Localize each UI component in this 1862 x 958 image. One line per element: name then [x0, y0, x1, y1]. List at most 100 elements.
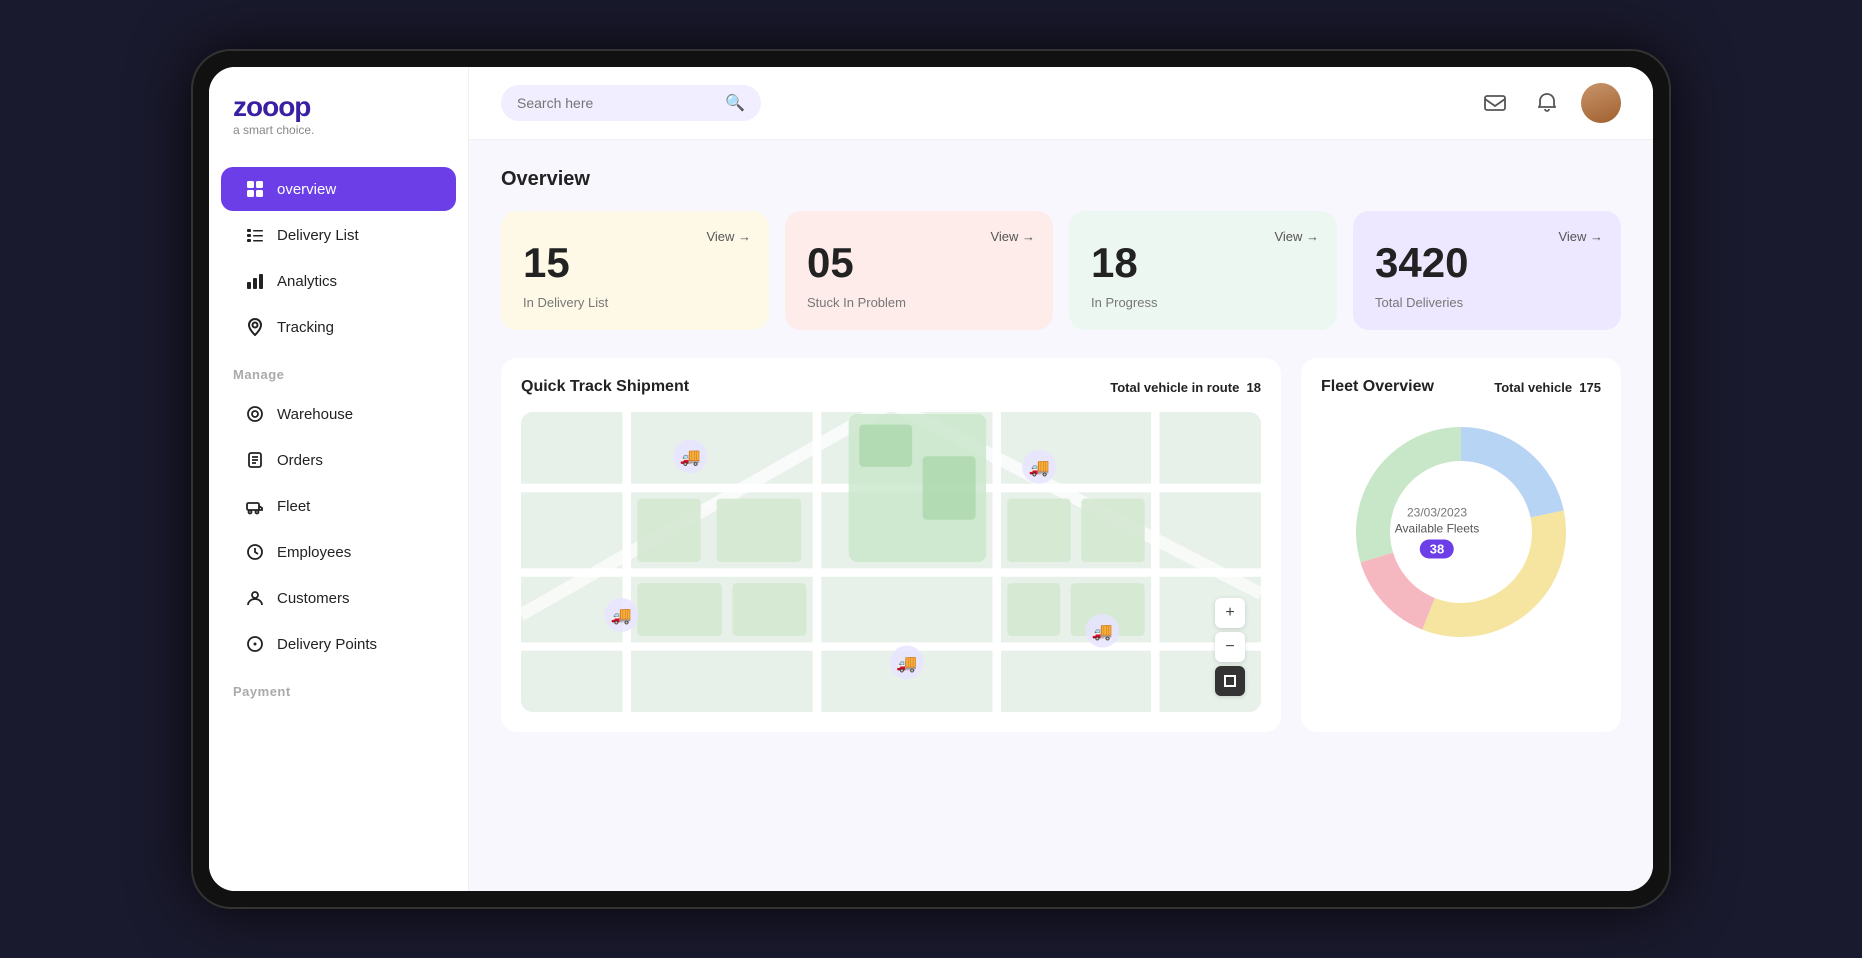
- fleet-total: Total vehicle 175: [1494, 380, 1601, 395]
- nav-label-overview: overview: [277, 181, 336, 198]
- donut-chart: 23/03/2023 Available Fleets 38: [1341, 412, 1581, 652]
- nav-item-warehouse[interactable]: Warehouse: [221, 392, 456, 436]
- nav-item-customers[interactable]: Customers: [221, 576, 456, 620]
- svg-text:🚚: 🚚: [611, 606, 632, 625]
- fleet-header: Fleet Overview Total vehicle 175: [1321, 378, 1601, 396]
- map-card: Quick Track Shipment Total vehicle in ro…: [501, 358, 1281, 732]
- avatar-image: [1581, 83, 1621, 123]
- header: 🔍: [469, 67, 1653, 140]
- overview-cards: View → 15 In Delivery List View → 05 Stu…: [501, 211, 1621, 330]
- main-content: 🔍: [469, 67, 1653, 891]
- card-view-total[interactable]: View →: [1558, 229, 1603, 244]
- fleet-icon: [245, 496, 265, 516]
- card-label-total: Total Deliveries: [1375, 295, 1599, 310]
- search-input[interactable]: [517, 95, 717, 111]
- device-frame: zooop a smart choice. overview: [191, 49, 1671, 909]
- logo-text: zooop: [233, 91, 444, 123]
- svg-text:🚚: 🚚: [680, 448, 701, 467]
- nav-item-tracking[interactable]: Tracking: [221, 305, 456, 349]
- nav-label-orders: Orders: [277, 452, 323, 469]
- delivery-points-icon: [245, 634, 265, 654]
- fleet-total-label: Total vehicle: [1494, 380, 1572, 395]
- svg-text:🚚: 🚚: [896, 654, 917, 673]
- nav-item-delivery-list[interactable]: Delivery List: [221, 213, 456, 257]
- donut-tooltip: 23/03/2023 Available Fleets 38: [1395, 506, 1480, 559]
- nav-item-fleet[interactable]: Fleet: [221, 484, 456, 528]
- card-number-delivery-list: 15: [523, 239, 747, 287]
- fleet-total-value: 175: [1579, 380, 1601, 395]
- card-number-in-progress: 18: [1091, 239, 1315, 287]
- card-label-delivery-list: In Delivery List: [523, 295, 747, 310]
- search-icon: 🔍: [725, 93, 745, 113]
- screen: zooop a smart choice. overview: [209, 67, 1653, 891]
- bottom-section: Quick Track Shipment Total vehicle in ro…: [501, 358, 1621, 732]
- truck-marker-5: 🚚: [1086, 614, 1120, 648]
- map-svg: 🚚 🚚: [521, 412, 1261, 712]
- nav-label-delivery-points: Delivery Points: [277, 636, 377, 653]
- mail-button[interactable]: [1477, 85, 1513, 121]
- donut-sublabel: Available Fleets: [1395, 522, 1480, 536]
- map-meta: Total vehicle in route 18: [1110, 380, 1261, 395]
- nav-label-employees: Employees: [277, 544, 351, 561]
- nav-item-delivery-points[interactable]: Delivery Points: [221, 622, 456, 666]
- truck-marker-3: 🚚: [605, 598, 639, 632]
- nav-item-orders[interactable]: Orders: [221, 438, 456, 482]
- card-number-total: 3420: [1375, 239, 1599, 287]
- app-layout: zooop a smart choice. overview: [209, 67, 1653, 891]
- warehouse-icon: [245, 404, 265, 424]
- card-delivery-list: View → 15 In Delivery List: [501, 211, 769, 330]
- nav-label-warehouse: Warehouse: [277, 406, 353, 423]
- location-icon: [245, 317, 265, 337]
- header-actions: [1477, 83, 1621, 123]
- map-title: Quick Track Shipment: [521, 378, 689, 396]
- nav-item-employees[interactable]: Employees: [221, 530, 456, 574]
- card-label-stuck: Stuck In Problem: [807, 295, 1031, 310]
- map-container: 🚚 🚚: [521, 412, 1261, 712]
- avatar[interactable]: [1581, 83, 1621, 123]
- card-in-progress: View → 18 In Progress: [1069, 211, 1337, 330]
- donut-date: 23/03/2023: [1395, 506, 1480, 520]
- card-stuck: View → 05 Stuck In Problem: [785, 211, 1053, 330]
- map-meta-value: 18: [1247, 380, 1261, 395]
- nav-item-overview[interactable]: overview: [221, 167, 456, 211]
- card-label-in-progress: In Progress: [1091, 295, 1315, 310]
- notification-button[interactable]: [1529, 85, 1565, 121]
- nav-label-customers: Customers: [277, 590, 350, 607]
- svg-text:🚚: 🚚: [1092, 622, 1113, 641]
- logo-sub: a smart choice.: [233, 123, 444, 137]
- map-controls: + −: [1215, 598, 1245, 696]
- map-header: Quick Track Shipment Total vehicle in ro…: [521, 378, 1261, 396]
- zoom-out-button[interactable]: −: [1215, 632, 1245, 662]
- logo-area: zooop a smart choice.: [209, 91, 468, 165]
- nav-item-analytics[interactable]: Analytics: [221, 259, 456, 303]
- payment-section-label: Payment: [209, 668, 468, 707]
- employees-icon: [245, 542, 265, 562]
- card-view-delivery-list[interactable]: View →: [706, 229, 751, 244]
- fleet-title: Fleet Overview: [1321, 378, 1434, 396]
- orders-icon: [245, 450, 265, 470]
- sidebar: zooop a smart choice. overview: [209, 67, 469, 891]
- nav-label-analytics: Analytics: [277, 273, 337, 290]
- svg-text:🚚: 🚚: [1028, 458, 1049, 477]
- zoom-in-button[interactable]: +: [1215, 598, 1245, 628]
- search-bar[interactable]: 🔍: [501, 85, 761, 121]
- truck-marker-2: 🚚: [1022, 450, 1056, 484]
- map-meta-label: Total vehicle in route: [1110, 380, 1239, 395]
- customers-icon: [245, 588, 265, 608]
- nav-label-tracking: Tracking: [277, 319, 334, 336]
- grid-icon: [245, 179, 265, 199]
- card-view-stuck[interactable]: View →: [990, 229, 1035, 244]
- fullscreen-button[interactable]: [1215, 666, 1245, 696]
- donut-value: 38: [1420, 540, 1454, 559]
- truck-marker-4: 🚚: [890, 646, 924, 680]
- dashboard: Overview View → 15 In Delivery List View…: [469, 140, 1653, 891]
- bar-chart-icon: [245, 271, 265, 291]
- section-title: Overview: [501, 168, 1621, 191]
- card-number-stuck: 05: [807, 239, 1031, 287]
- manage-section-label: Manage: [209, 351, 468, 390]
- nav-label-delivery-list: Delivery List: [277, 227, 359, 244]
- list-icon: [245, 225, 265, 245]
- truck-marker-1: 🚚: [673, 439, 707, 473]
- fleet-card: Fleet Overview Total vehicle 175: [1301, 358, 1621, 732]
- card-view-in-progress[interactable]: View →: [1274, 229, 1319, 244]
